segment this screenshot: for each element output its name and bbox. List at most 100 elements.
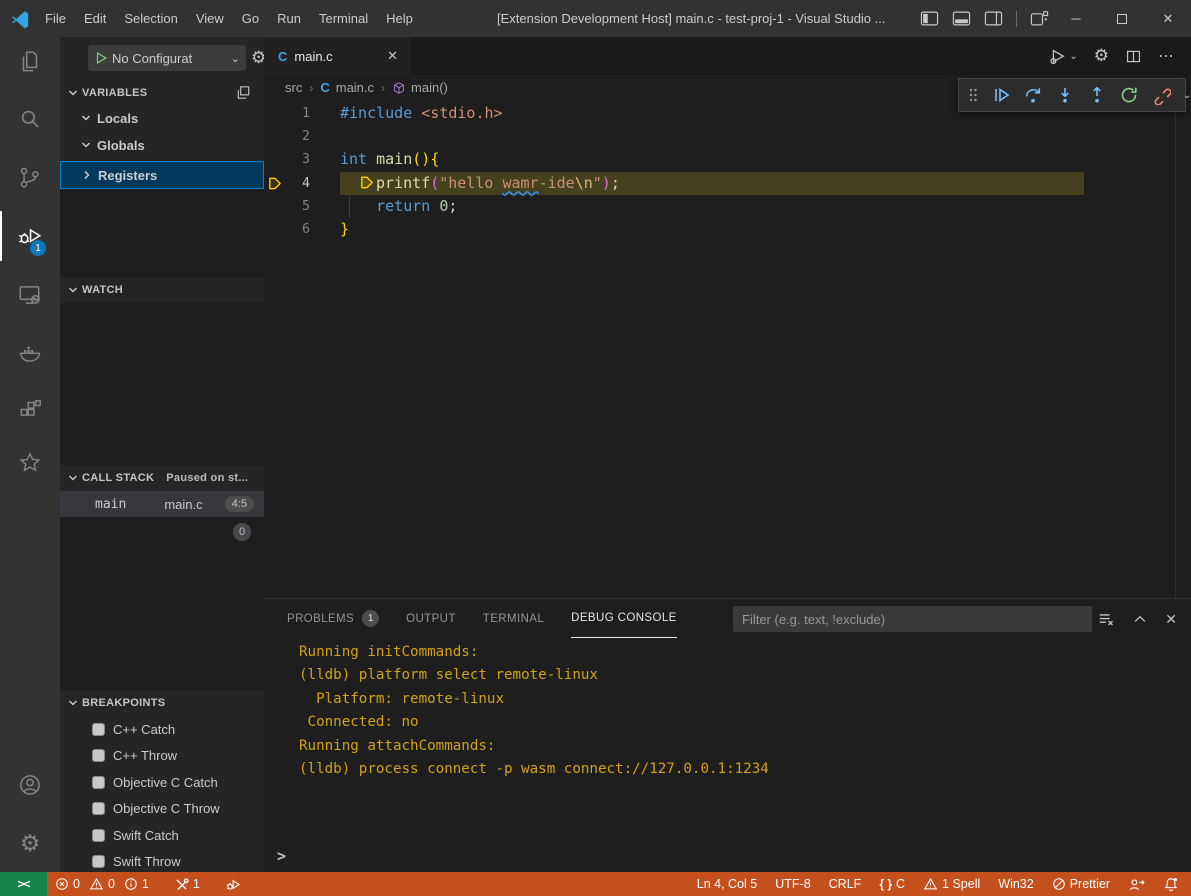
- menu-selection[interactable]: Selection: [115, 0, 186, 37]
- variables-item-globals[interactable]: Globals: [60, 132, 264, 158]
- step-over-icon[interactable]: [1023, 85, 1043, 105]
- maximize-button[interactable]: [1099, 0, 1145, 37]
- breakpoint-row[interactable]: C++ Throw: [60, 742, 264, 768]
- source-control-icon[interactable]: [17, 165, 43, 191]
- line-number[interactable]: 4: [264, 172, 310, 195]
- split-editor-icon[interactable]: [1125, 48, 1142, 65]
- menu-file[interactable]: File: [36, 0, 75, 37]
- settings-gear-icon[interactable]: ⚙: [17, 830, 43, 856]
- restart-icon[interactable]: [1119, 85, 1139, 105]
- line-number[interactable]: 3: [264, 148, 310, 171]
- breakpoint-row[interactable]: Objective C Throw: [60, 795, 264, 821]
- accounts-icon[interactable]: [17, 772, 43, 798]
- code-line-6[interactable]: 6}: [264, 218, 1191, 241]
- checkbox[interactable]: [92, 723, 105, 736]
- tab-main-c[interactable]: C main.c ✕: [264, 37, 410, 75]
- line-number[interactable]: 6: [264, 218, 310, 241]
- variables-section-header[interactable]: VARIABLES: [60, 80, 264, 106]
- line-number[interactable]: 2: [264, 125, 310, 148]
- breadcrumb-symbol[interactable]: main(): [411, 80, 448, 95]
- line-number[interactable]: 5: [264, 195, 310, 218]
- close-button[interactable]: ✕: [1145, 0, 1191, 37]
- cursor-position[interactable]: Ln 4, Col 5: [697, 877, 757, 891]
- code-line-3[interactable]: 3int main(){: [264, 148, 1191, 171]
- toggle-secondary-sidebar-icon[interactable]: [984, 10, 1003, 27]
- star-icon[interactable]: [17, 450, 43, 476]
- menu-help[interactable]: Help: [377, 0, 422, 37]
- checkbox[interactable]: [92, 855, 105, 868]
- tab-problems[interactable]: PROBLEMS 1: [287, 600, 379, 638]
- code-line-5[interactable]: 5 return 0;: [264, 195, 1191, 218]
- search-icon[interactable]: [17, 107, 43, 133]
- toggle-sidebar-icon[interactable]: [920, 10, 939, 27]
- menu-run[interactable]: Run: [268, 0, 310, 37]
- step-into-icon[interactable]: [1055, 85, 1075, 105]
- line-number[interactable]: 1: [264, 102, 310, 125]
- toolbar-grip-icon[interactable]: [967, 86, 979, 104]
- tab-debug-console[interactable]: DEBUG CONSOLE: [571, 600, 677, 638]
- breakpoint-row[interactable]: C++ Catch: [60, 716, 264, 742]
- menu-edit[interactable]: Edit: [75, 0, 115, 37]
- explorer-icon[interactable]: [17, 49, 43, 75]
- debug-status-icon[interactable]: [225, 876, 242, 893]
- breakpoint-row[interactable]: Swift Throw: [60, 848, 264, 874]
- breakpoint-row[interactable]: Swift Catch: [60, 822, 264, 848]
- language-mode[interactable]: { } C: [879, 877, 905, 891]
- infos-item[interactable]: 1: [124, 877, 149, 891]
- variables-item-registers[interactable]: Registers: [60, 161, 264, 189]
- console-filter-input[interactable]: [733, 606, 1092, 632]
- stack-frame-row[interactable]: main main.c 4:5: [60, 491, 264, 517]
- checkbox[interactable]: [92, 749, 105, 762]
- call-stack-section-header[interactable]: CALL STACK Paused on st...: [60, 465, 264, 491]
- step-out-icon[interactable]: [1087, 85, 1107, 105]
- encoding[interactable]: UTF-8: [775, 877, 810, 891]
- chevron-down-icon[interactable]: ⌄: [1183, 90, 1191, 101]
- toggle-panel-icon[interactable]: [952, 10, 971, 27]
- tab-close-icon[interactable]: ✕: [387, 48, 398, 64]
- warnings-item[interactable]: 0: [89, 877, 115, 891]
- tools-item[interactable]: 1: [174, 877, 200, 892]
- extensions-icon[interactable]: [17, 397, 43, 423]
- breakpoints-section-header[interactable]: BREAKPOINTS: [60, 690, 264, 716]
- copy-variables-icon[interactable]: [235, 84, 252, 101]
- menu-terminal[interactable]: Terminal: [310, 0, 377, 37]
- breakpoint-row[interactable]: Objective C Catch: [60, 769, 264, 795]
- checkbox[interactable]: [92, 802, 105, 815]
- remote-indicator[interactable]: ><: [0, 872, 47, 896]
- checkbox[interactable]: [92, 829, 105, 842]
- customize-layout-icon[interactable]: [1030, 10, 1049, 27]
- feedback-icon[interactable]: [1128, 877, 1145, 892]
- tab-output[interactable]: OUTPUT: [406, 600, 456, 638]
- line-content: printf("hello wamr-ide\n");: [340, 172, 620, 195]
- menu-go[interactable]: Go: [233, 0, 268, 37]
- gear-icon[interactable]: ⚙: [1094, 46, 1109, 66]
- disconnect-icon[interactable]: [1151, 85, 1171, 105]
- minimize-button[interactable]: ─: [1053, 0, 1099, 37]
- checkbox[interactable]: [92, 776, 105, 789]
- remote-explorer-icon[interactable]: [17, 282, 43, 308]
- breadcrumb-file[interactable]: main.c: [336, 80, 374, 95]
- tab-terminal[interactable]: TERMINAL: [483, 600, 544, 638]
- menu-view[interactable]: View: [187, 0, 233, 37]
- notifications-bell-icon[interactable]: [1163, 876, 1179, 892]
- code-line-2[interactable]: 2: [264, 125, 1191, 148]
- maximize-panel-icon[interactable]: [1132, 611, 1148, 627]
- code-line-4[interactable]: 4 printf("hello wamr-ide\n");: [264, 172, 1191, 195]
- more-actions-icon[interactable]: ⋯: [1158, 46, 1175, 66]
- spell-checker-item[interactable]: 1 Spell: [923, 877, 980, 891]
- continue-icon[interactable]: [991, 85, 1011, 105]
- clear-console-icon[interactable]: [1097, 610, 1115, 628]
- variables-item-locals[interactable]: Locals: [60, 105, 264, 131]
- start-debug-icon[interactable]: [94, 51, 108, 65]
- errors-item[interactable]: 0: [55, 877, 80, 891]
- launch-config-dropdown[interactable]: No Configurat ⌄: [88, 45, 246, 71]
- platform-item[interactable]: Win32: [998, 877, 1033, 891]
- close-panel-icon[interactable]: ✕: [1165, 611, 1177, 628]
- breadcrumb-folder[interactable]: src: [285, 80, 302, 95]
- formatter-item[interactable]: Prettier: [1052, 877, 1110, 891]
- run-or-debug-button[interactable]: ⌄: [1048, 47, 1077, 65]
- docker-icon[interactable]: [17, 339, 43, 365]
- eol-sequence[interactable]: CRLF: [829, 877, 862, 891]
- console-input-prompt[interactable]: >: [277, 847, 286, 865]
- watch-section-header[interactable]: WATCH: [60, 277, 264, 303]
